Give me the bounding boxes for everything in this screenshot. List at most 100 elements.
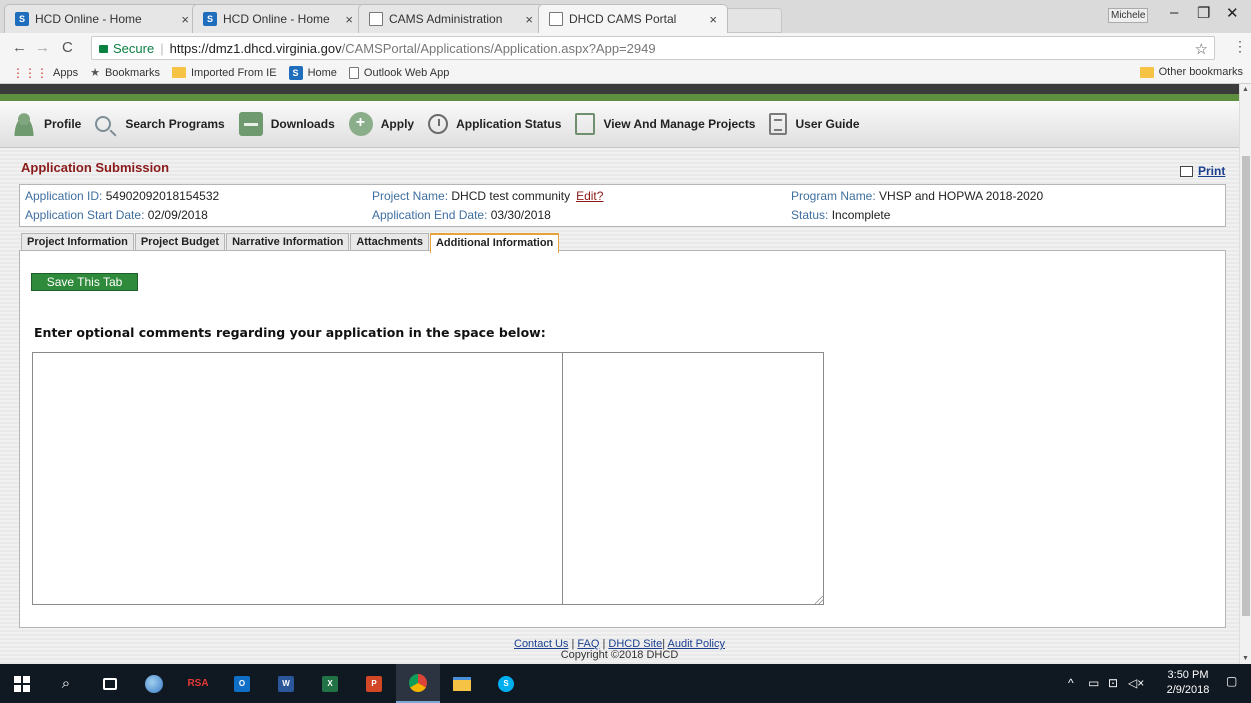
menu-apply[interactable]: Apply xyxy=(348,112,414,136)
taskbar-app-network[interactable] xyxy=(132,664,176,703)
volume-muted-icon[interactable]: ◁× xyxy=(1128,676,1144,690)
notifications-icon[interactable]: ▢ xyxy=(1226,674,1237,688)
bookmark-label: Imported From IE xyxy=(190,66,277,79)
application-id-label: Application ID: xyxy=(25,189,103,203)
bookmark-imported-from-ie[interactable]: Imported From IE xyxy=(171,66,277,79)
comments-instructions: Enter optional comments regarding your a… xyxy=(34,325,546,340)
powerpoint-icon: P xyxy=(366,675,382,692)
page-icon xyxy=(348,66,359,79)
back-icon[interactable]: ← xyxy=(12,39,27,56)
program-name-value: VHSP and HOPWA 2018-2020 xyxy=(879,189,1044,203)
browser-toolbar: ← → C Secure | https://dmz1.dhcd.virgini… xyxy=(0,33,1251,62)
page-icon xyxy=(369,12,383,26)
taskbar-app-skype[interactable]: S xyxy=(484,664,528,703)
browser-tab-dhcd-cams-portal[interactable]: DHCD CAMS Portal × xyxy=(538,4,728,33)
menu-downloads[interactable]: Downloads xyxy=(238,112,335,136)
rsa-label: RSA xyxy=(187,678,209,689)
application-summary: Application ID: 54902092018154532 Applic… xyxy=(19,184,1226,227)
menu-search-programs[interactable]: Search Programs xyxy=(95,116,225,132)
menu-view-manage-projects[interactable]: View And Manage Projects xyxy=(575,113,755,135)
additional-information-panel: Save This Tab Enter optional comments re… xyxy=(19,250,1226,628)
close-tab-icon[interactable]: × xyxy=(181,12,189,27)
downloads-icon xyxy=(238,112,263,136)
system-clock[interactable]: 3:50 PM 2/9/2018 xyxy=(1163,668,1213,698)
start-button[interactable] xyxy=(0,664,44,703)
window-user-badge[interactable]: Michele xyxy=(1108,8,1149,23)
tab-additional-information[interactable]: Additional Information xyxy=(429,233,560,253)
search-icon xyxy=(95,116,112,132)
forward-icon[interactable]: → xyxy=(35,39,50,56)
taskbar-app-outlook[interactable]: O xyxy=(220,664,264,703)
browser-menu-icon[interactable]: ⋮ xyxy=(1233,38,1247,55)
comments-textarea[interactable] xyxy=(32,352,824,605)
header-band xyxy=(0,84,1239,94)
sharepoint-icon: S xyxy=(288,65,303,80)
page-title: Application Submission xyxy=(21,160,170,175)
application-end-date: Application End Date: 03/30/2018 xyxy=(372,208,551,222)
close-window-icon[interactable]: ✕ xyxy=(1226,4,1239,22)
browser-tab-hcd-home-2[interactable]: S HCD Online - Home × xyxy=(192,4,364,33)
taskbar-app-powerpoint[interactable]: P xyxy=(352,664,396,703)
end-date-label: Application End Date: xyxy=(372,208,488,222)
close-tab-icon[interactable]: × xyxy=(709,12,717,27)
scroll-down-icon[interactable]: ▼ xyxy=(1242,655,1249,662)
page-scrollbar[interactable]: ▲ ▼ xyxy=(1239,84,1251,664)
taskbar-app-excel[interactable]: X xyxy=(308,664,352,703)
search-icon: ⌕ xyxy=(61,675,71,692)
status-value: Incomplete xyxy=(831,208,891,222)
bookmark-bookmarks[interactable]: ★ Bookmarks xyxy=(90,66,160,80)
bookmark-apps[interactable]: ⋮⋮⋮ Apps xyxy=(12,66,78,80)
manage-projects-icon xyxy=(575,113,596,135)
task-view-icon xyxy=(103,677,117,690)
browser-tab-hcd-home-1[interactable]: S HCD Online - Home × xyxy=(4,4,200,33)
clock-icon xyxy=(428,114,449,134)
other-bookmarks[interactable]: Other bookmarks xyxy=(1139,66,1243,78)
clock-time: 3:50 PM xyxy=(1167,669,1209,681)
new-tab-button[interactable] xyxy=(722,8,782,33)
address-bar[interactable]: Secure | https://dmz1.dhcd.virginia.gov /… xyxy=(91,36,1215,60)
minimize-icon[interactable]: – xyxy=(1170,4,1178,21)
menu-application-status[interactable]: Application Status xyxy=(428,114,561,134)
separator: | xyxy=(160,40,164,56)
network-icon[interactable]: ⊡ xyxy=(1108,676,1118,690)
battery-icon[interactable]: ▭ xyxy=(1088,676,1099,690)
profile-icon xyxy=(12,112,36,136)
apps-grid-icon: ⋮⋮⋮ xyxy=(12,65,48,80)
reload-icon[interactable]: C xyxy=(62,39,73,56)
bookmark-label: Bookmarks xyxy=(104,66,160,79)
edit-project-link[interactable]: Edit? xyxy=(576,189,603,203)
scroll-up-icon[interactable]: ▲ xyxy=(1242,86,1249,93)
browser-tab-title: HCD Online - Home xyxy=(223,12,330,26)
close-tab-icon[interactable]: × xyxy=(525,12,533,27)
taskbar-app-rsa[interactable]: RSA xyxy=(176,664,220,703)
taskbar-app-word[interactable]: W xyxy=(264,664,308,703)
start-date-value: 02/09/2018 xyxy=(147,208,208,222)
menu-user-guide[interactable]: User Guide xyxy=(769,113,860,135)
excel-icon: X xyxy=(322,675,338,692)
windows-logo-icon xyxy=(14,675,30,692)
browser-tab-strip: S HCD Online - Home × S HCD Online - Hom… xyxy=(0,0,1251,33)
close-tab-icon[interactable]: × xyxy=(345,12,353,27)
show-hidden-icons-icon[interactable]: ^ xyxy=(1068,676,1074,690)
bookmark-outlook[interactable]: Outlook Web App xyxy=(348,66,449,79)
restore-icon[interactable]: ❐ xyxy=(1197,4,1210,22)
bookmark-label: Home xyxy=(307,66,337,79)
bookmark-home[interactable]: S Home xyxy=(288,65,337,80)
menu-label: User Guide xyxy=(795,117,860,131)
taskbar-app-explorer[interactable] xyxy=(440,664,484,703)
accent-band xyxy=(0,94,1239,101)
task-view-button[interactable] xyxy=(88,664,132,703)
menu-profile[interactable]: Profile xyxy=(12,112,81,136)
search-taskbar-button[interactable]: ⌕ xyxy=(44,664,88,703)
save-tab-button[interactable]: Save This Tab xyxy=(31,273,138,291)
browser-tab-title: HCD Online - Home xyxy=(35,12,142,26)
print-link[interactable]: Print xyxy=(1180,164,1225,178)
bookmark-star-icon[interactable]: ☆ xyxy=(1195,40,1208,58)
end-date-value: 03/30/2018 xyxy=(490,208,551,222)
browser-tab-cams-admin[interactable]: CAMS Administration × xyxy=(358,4,544,33)
taskbar-app-chrome[interactable] xyxy=(396,664,440,703)
menu-label: View And Manage Projects xyxy=(603,117,756,131)
folder-icon xyxy=(453,676,471,691)
application-id: Application ID: 54902092018154532 xyxy=(25,189,219,203)
scrollbar-thumb[interactable] xyxy=(1242,156,1250,616)
